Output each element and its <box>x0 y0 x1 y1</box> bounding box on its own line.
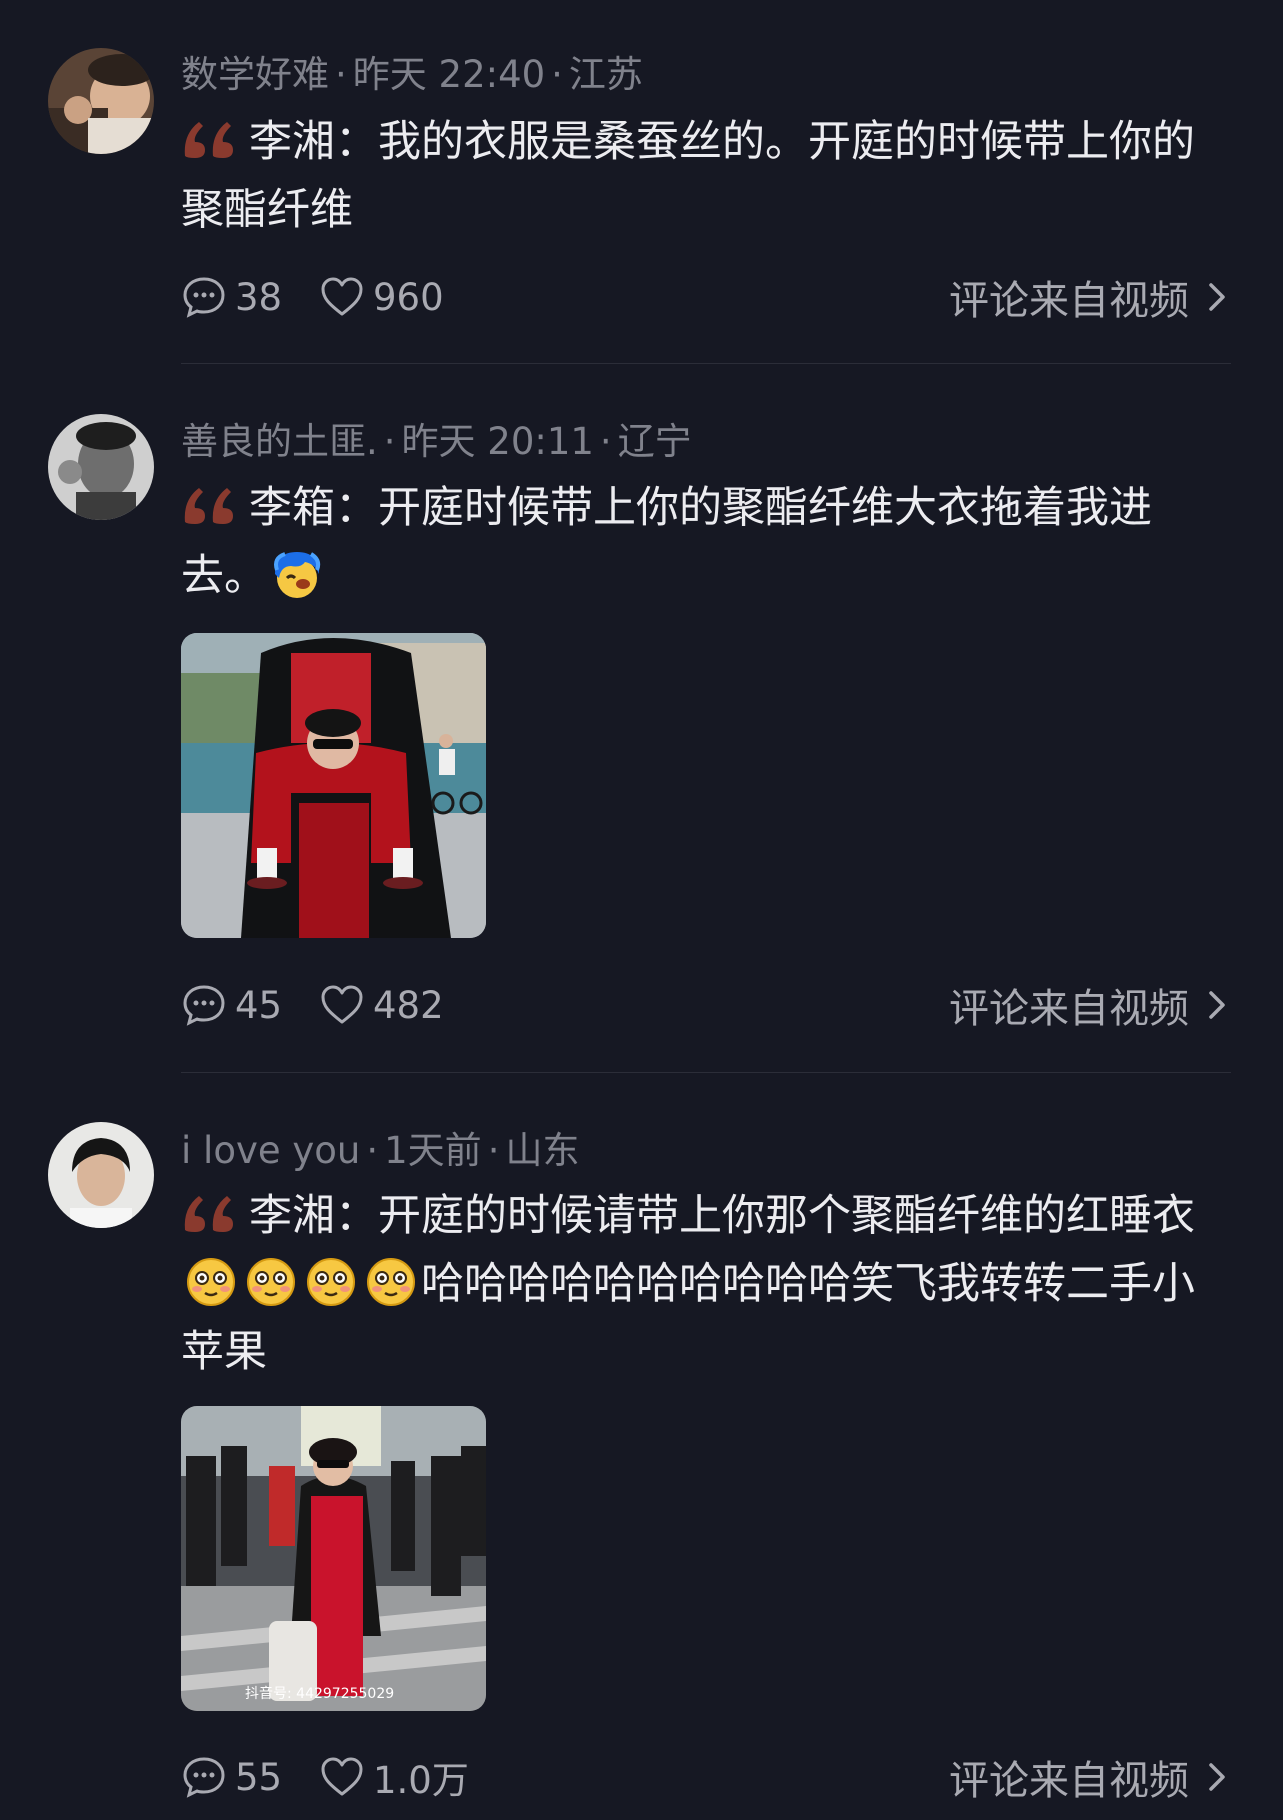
comment-actions: 45 482 评论来自视频 <box>181 980 1231 1032</box>
comment-text: 李湘：我的衣服是桑蚕丝的。开庭的时候带上你的聚酯纤维 <box>181 117 1195 235</box>
comment-meta: 数学好难 · 昨天 22:40 · 江苏 <box>181 53 643 96</box>
source-video-link[interactable]: 评论来自视频 <box>949 980 1231 1032</box>
blushing-face-emoji-icon <box>185 1256 237 1308</box>
like-button[interactable]: 482 <box>319 980 444 1030</box>
like-button[interactable]: 960 <box>319 272 444 322</box>
comment-meta: i love you · 1天前 · 山东 <box>181 1129 580 1172</box>
source-label: 评论来自视频 <box>949 1758 1189 1804</box>
reply-count: 55 <box>235 1755 283 1799</box>
comment-text: 李湘：开庭的时候请带上你那个聚酯纤维的红睡衣 <box>249 1191 1195 1241</box>
like-count: 1.0万 <box>373 1759 469 1802</box>
source-label: 评论来自视频 <box>949 986 1189 1032</box>
comment-bubble-icon <box>183 277 225 318</box>
reply-button[interactable]: 45 <box>181 980 282 1030</box>
comment-time: 昨天 22:40 <box>352 53 546 96</box>
comment-actions: 55 1.0万 评论来自视频 <box>181 1752 1231 1804</box>
comment-location: 江苏 <box>568 53 643 96</box>
source-video-link[interactable]: 评论来自视频 <box>949 272 1231 324</box>
like-count: 960 <box>373 275 444 319</box>
like-count: 482 <box>373 983 444 1027</box>
blushing-face-emoji-icon <box>245 1256 297 1308</box>
avatar[interactable] <box>48 414 154 520</box>
divider <box>181 1072 1231 1073</box>
heart-outline-icon <box>321 1757 363 1796</box>
heart-outline-icon <box>321 277 363 316</box>
blushing-face-emoji-icon <box>365 1256 417 1308</box>
blushing-face-emoji-icon <box>305 1256 357 1308</box>
quote-mark-icon <box>181 116 241 158</box>
like-button[interactable]: 1.0万 <box>319 1752 469 1802</box>
divider <box>181 363 1231 364</box>
comment-bubble-icon <box>183 1757 225 1798</box>
avatar[interactable] <box>48 48 154 154</box>
chevron-right-icon <box>1209 283 1225 311</box>
username[interactable]: 数学好难 <box>181 53 329 96</box>
reply-button[interactable]: 38 <box>181 272 282 322</box>
quote-mark-icon <box>181 482 241 524</box>
source-video-link[interactable]: 评论来自视频 <box>949 1752 1231 1804</box>
reply-count: 45 <box>235 983 283 1027</box>
comment-actions: 38 960 评论来自视频 <box>181 272 1231 324</box>
comment-time: 1天前 <box>384 1129 482 1172</box>
comment-bubble-icon <box>183 985 225 1026</box>
image-watermark: 抖音号: 44297255029 <box>245 1685 394 1702</box>
comment-body[interactable]: 李箱：开庭时候带上你的聚酯纤维大衣拖着我进去。 <box>181 474 1231 610</box>
chevron-right-icon <box>1209 1763 1225 1791</box>
chevron-right-icon <box>1209 991 1225 1019</box>
comment-location: 山东 <box>505 1129 580 1172</box>
comment-image[interactable] <box>181 633 486 938</box>
comment-body[interactable]: 李湘：我的衣服是桑蚕丝的。开庭的时候带上你的聚酯纤维 <box>181 108 1231 244</box>
blue-hair-emoji-icon <box>271 548 323 600</box>
source-label: 评论来自视频 <box>949 278 1189 324</box>
username[interactable]: 善良的土匪. <box>181 420 378 463</box>
comment-location: 辽宁 <box>617 420 692 463</box>
reply-count: 38 <box>235 275 283 319</box>
reply-button[interactable]: 55 <box>181 1752 282 1802</box>
comment-body[interactable]: 李湘：开庭的时候请带上你那个聚酯纤维的红睡衣 哈哈哈哈哈哈哈哈哈哈笑飞我转转二手小… <box>181 1182 1231 1386</box>
comment-image[interactable]: 抖音号: 44297255029 <box>181 1406 486 1711</box>
quote-mark-icon <box>181 1190 241 1232</box>
heart-outline-icon <box>321 985 363 1024</box>
comment-text: 李箱：开庭时候带上你的聚酯纤维大衣拖着我进去。 <box>181 483 1152 601</box>
comment-meta: 善良的土匪. · 昨天 20:11 · 辽宁 <box>181 420 692 463</box>
username[interactable]: i love you <box>181 1129 360 1172</box>
comment-time: 昨天 20:11 <box>401 420 594 463</box>
avatar[interactable] <box>48 1122 154 1228</box>
